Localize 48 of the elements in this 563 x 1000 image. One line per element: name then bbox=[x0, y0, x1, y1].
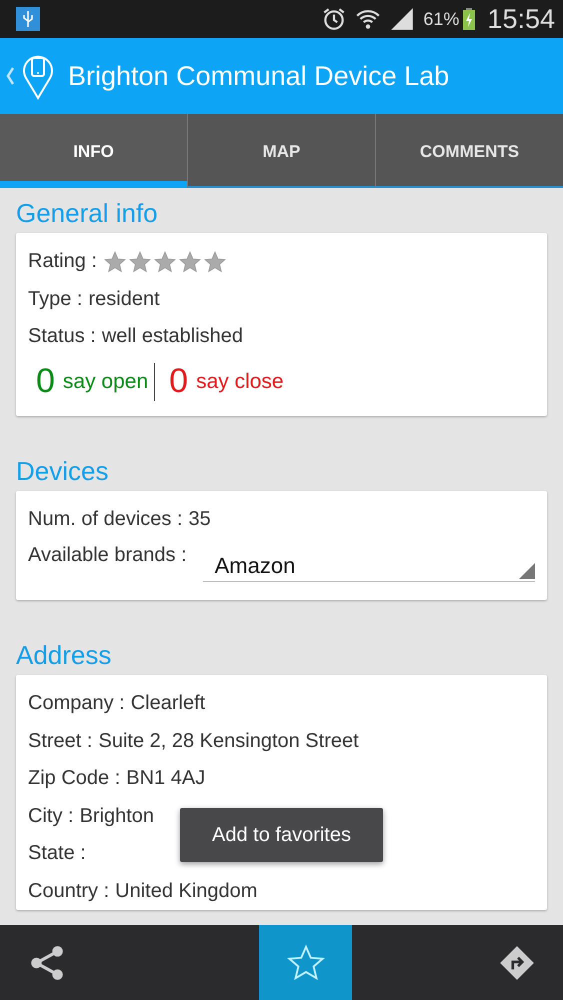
close-count: 0 bbox=[169, 362, 188, 401]
field-label: Status : bbox=[28, 325, 96, 348]
field-value: Clearleft bbox=[130, 692, 206, 716]
usb-icon bbox=[16, 7, 40, 31]
star-icon bbox=[152, 250, 177, 274]
section-heading: Devices bbox=[16, 456, 110, 486]
tab[interactable]: MAP bbox=[187, 114, 375, 188]
favorite-button[interactable] bbox=[259, 925, 352, 1000]
dropdown-corner-icon bbox=[519, 563, 535, 579]
field-label: Street : bbox=[28, 730, 92, 753]
field-value: well established bbox=[102, 325, 244, 348]
favorites-toast: Add to favorites bbox=[180, 808, 383, 862]
open-count: 0 bbox=[36, 362, 55, 401]
section-heading: Address bbox=[16, 640, 112, 671]
chevron-icon bbox=[6, 66, 14, 86]
field-value: Suite 2, 28 Kensington Street bbox=[98, 730, 359, 753]
screen-title: Brighton Communal Device Lab bbox=[68, 60, 450, 92]
tab[interactable]: COMMENTS bbox=[375, 114, 563, 188]
field-value: 35 bbox=[188, 508, 211, 531]
field-label: Available brands : bbox=[28, 543, 187, 567]
field-label: Num. of devices : bbox=[28, 508, 183, 531]
field-label: Company : bbox=[28, 692, 125, 716]
battery-percentage: 61% bbox=[423, 8, 460, 30]
directions-icon bbox=[498, 944, 536, 982]
section-heading: General info bbox=[16, 198, 159, 229]
star-icon bbox=[202, 250, 227, 274]
field-value: resident bbox=[88, 288, 160, 311]
clock: 15:54 bbox=[487, 4, 555, 34]
field-value: Brighton bbox=[80, 804, 154, 828]
field-label: Country : bbox=[28, 880, 110, 903]
star-icon bbox=[102, 250, 127, 274]
close-label: say close bbox=[196, 370, 284, 394]
field-value: United Kingdom bbox=[115, 880, 258, 903]
field-label: State : bbox=[28, 842, 86, 866]
field-label: Type : bbox=[28, 288, 82, 311]
brand-dropdown[interactable]: Amazon bbox=[202, 540, 535, 582]
field-label: City : bbox=[28, 804, 74, 828]
tab[interactable]: INFO bbox=[0, 114, 187, 188]
signal-icon bbox=[389, 6, 416, 32]
alarm-clock-icon bbox=[321, 6, 348, 32]
star-icon bbox=[286, 944, 324, 982]
star-icon bbox=[178, 250, 202, 274]
battery-icon bbox=[463, 7, 476, 31]
field-value: BN1 4AJ bbox=[126, 767, 206, 790]
field-label: Zip Code : bbox=[28, 767, 120, 790]
open-label: say open bbox=[62, 370, 148, 394]
star-icon bbox=[128, 250, 152, 274]
field-label: Rating : bbox=[28, 250, 97, 274]
